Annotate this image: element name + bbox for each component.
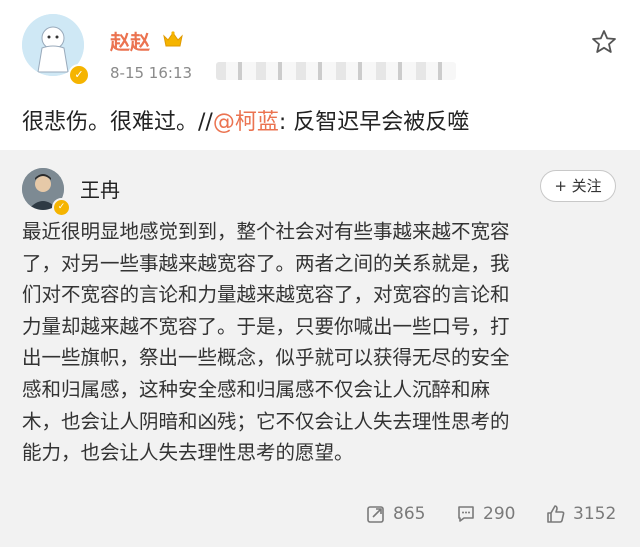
retweet-body-line: 感和归属感，这种安全感和归属感不仅会让人沉醉和麻 xyxy=(22,377,491,401)
redacted-source xyxy=(216,62,456,80)
retweet-body: 最近很明显地感觉到到，整个社会对有些事越来越不宽容 了，对另一些事越来越宽容了。… xyxy=(22,216,622,469)
retweet-body-line: 最近很明显地感觉到到，整个社会对有些事越来越不宽容 xyxy=(22,220,510,243)
retweet-body-line: 力量却越来越不宽容了。于是，只要你喊出一些口号，打 xyxy=(22,314,510,338)
follow-button[interactable]: + 关注 xyxy=(540,170,616,202)
star-icon[interactable] xyxy=(590,28,618,56)
repost-button[interactable]: 865 xyxy=(366,504,425,524)
post-timestamp: 8-15 16:13 xyxy=(110,64,193,82)
like-button[interactable]: 3152 xyxy=(546,504,616,524)
post-text-plain: 很悲伤。很难过。// xyxy=(22,110,213,135)
retweet-body-line: 出一些旗帜，祭出一些概念，似乎就可以获得无尽的安全 xyxy=(22,346,510,370)
retweet-body-line: 木，也会让人阴暗和凶残；它不仅会让人失去理性思考的 xyxy=(22,409,510,433)
retweet-username[interactable]: 王冉 xyxy=(80,174,120,203)
post-text-after: : 反智迟早会被反噬 xyxy=(278,110,470,135)
retweet-card[interactable]: ✓ 王冉 + 关注 最近很明显地感觉到到，整个社会对有些事越来越不宽容 了，对另… xyxy=(0,150,640,547)
verified-badge-icon: ✓ xyxy=(52,198,71,217)
retweet-body-line: 了，对另一些事越来越宽容了。两者之间的关系就是，我 xyxy=(22,251,510,275)
retweet-body-line: 能力，也会让人失去理性思考的愿望。 xyxy=(22,441,354,465)
verified-badge-icon: ✓ xyxy=(68,64,90,86)
comment-count: 290 xyxy=(483,504,516,524)
post-header: ✓ 赵赵 8-15 16:13 xyxy=(0,0,640,90)
retweet-body-line: 们对不宽容的言论和力量越来越宽容了，对宽容的言论和 xyxy=(22,283,510,307)
crown-icon xyxy=(163,31,183,47)
thumbs-up-icon xyxy=(547,505,565,523)
like-count: 3152 xyxy=(573,504,617,524)
post-text: 很悲伤。很难过。//@柯蓝: 反智迟早会被反噬 xyxy=(22,104,469,136)
post-username[interactable]: 赵赵 xyxy=(110,26,150,55)
mention-link[interactable]: @柯蓝 xyxy=(213,110,279,135)
repost-icon xyxy=(367,506,384,523)
repost-count: 865 xyxy=(393,504,426,524)
comment-icon xyxy=(458,506,474,522)
comment-button[interactable]: 290 xyxy=(456,504,515,524)
